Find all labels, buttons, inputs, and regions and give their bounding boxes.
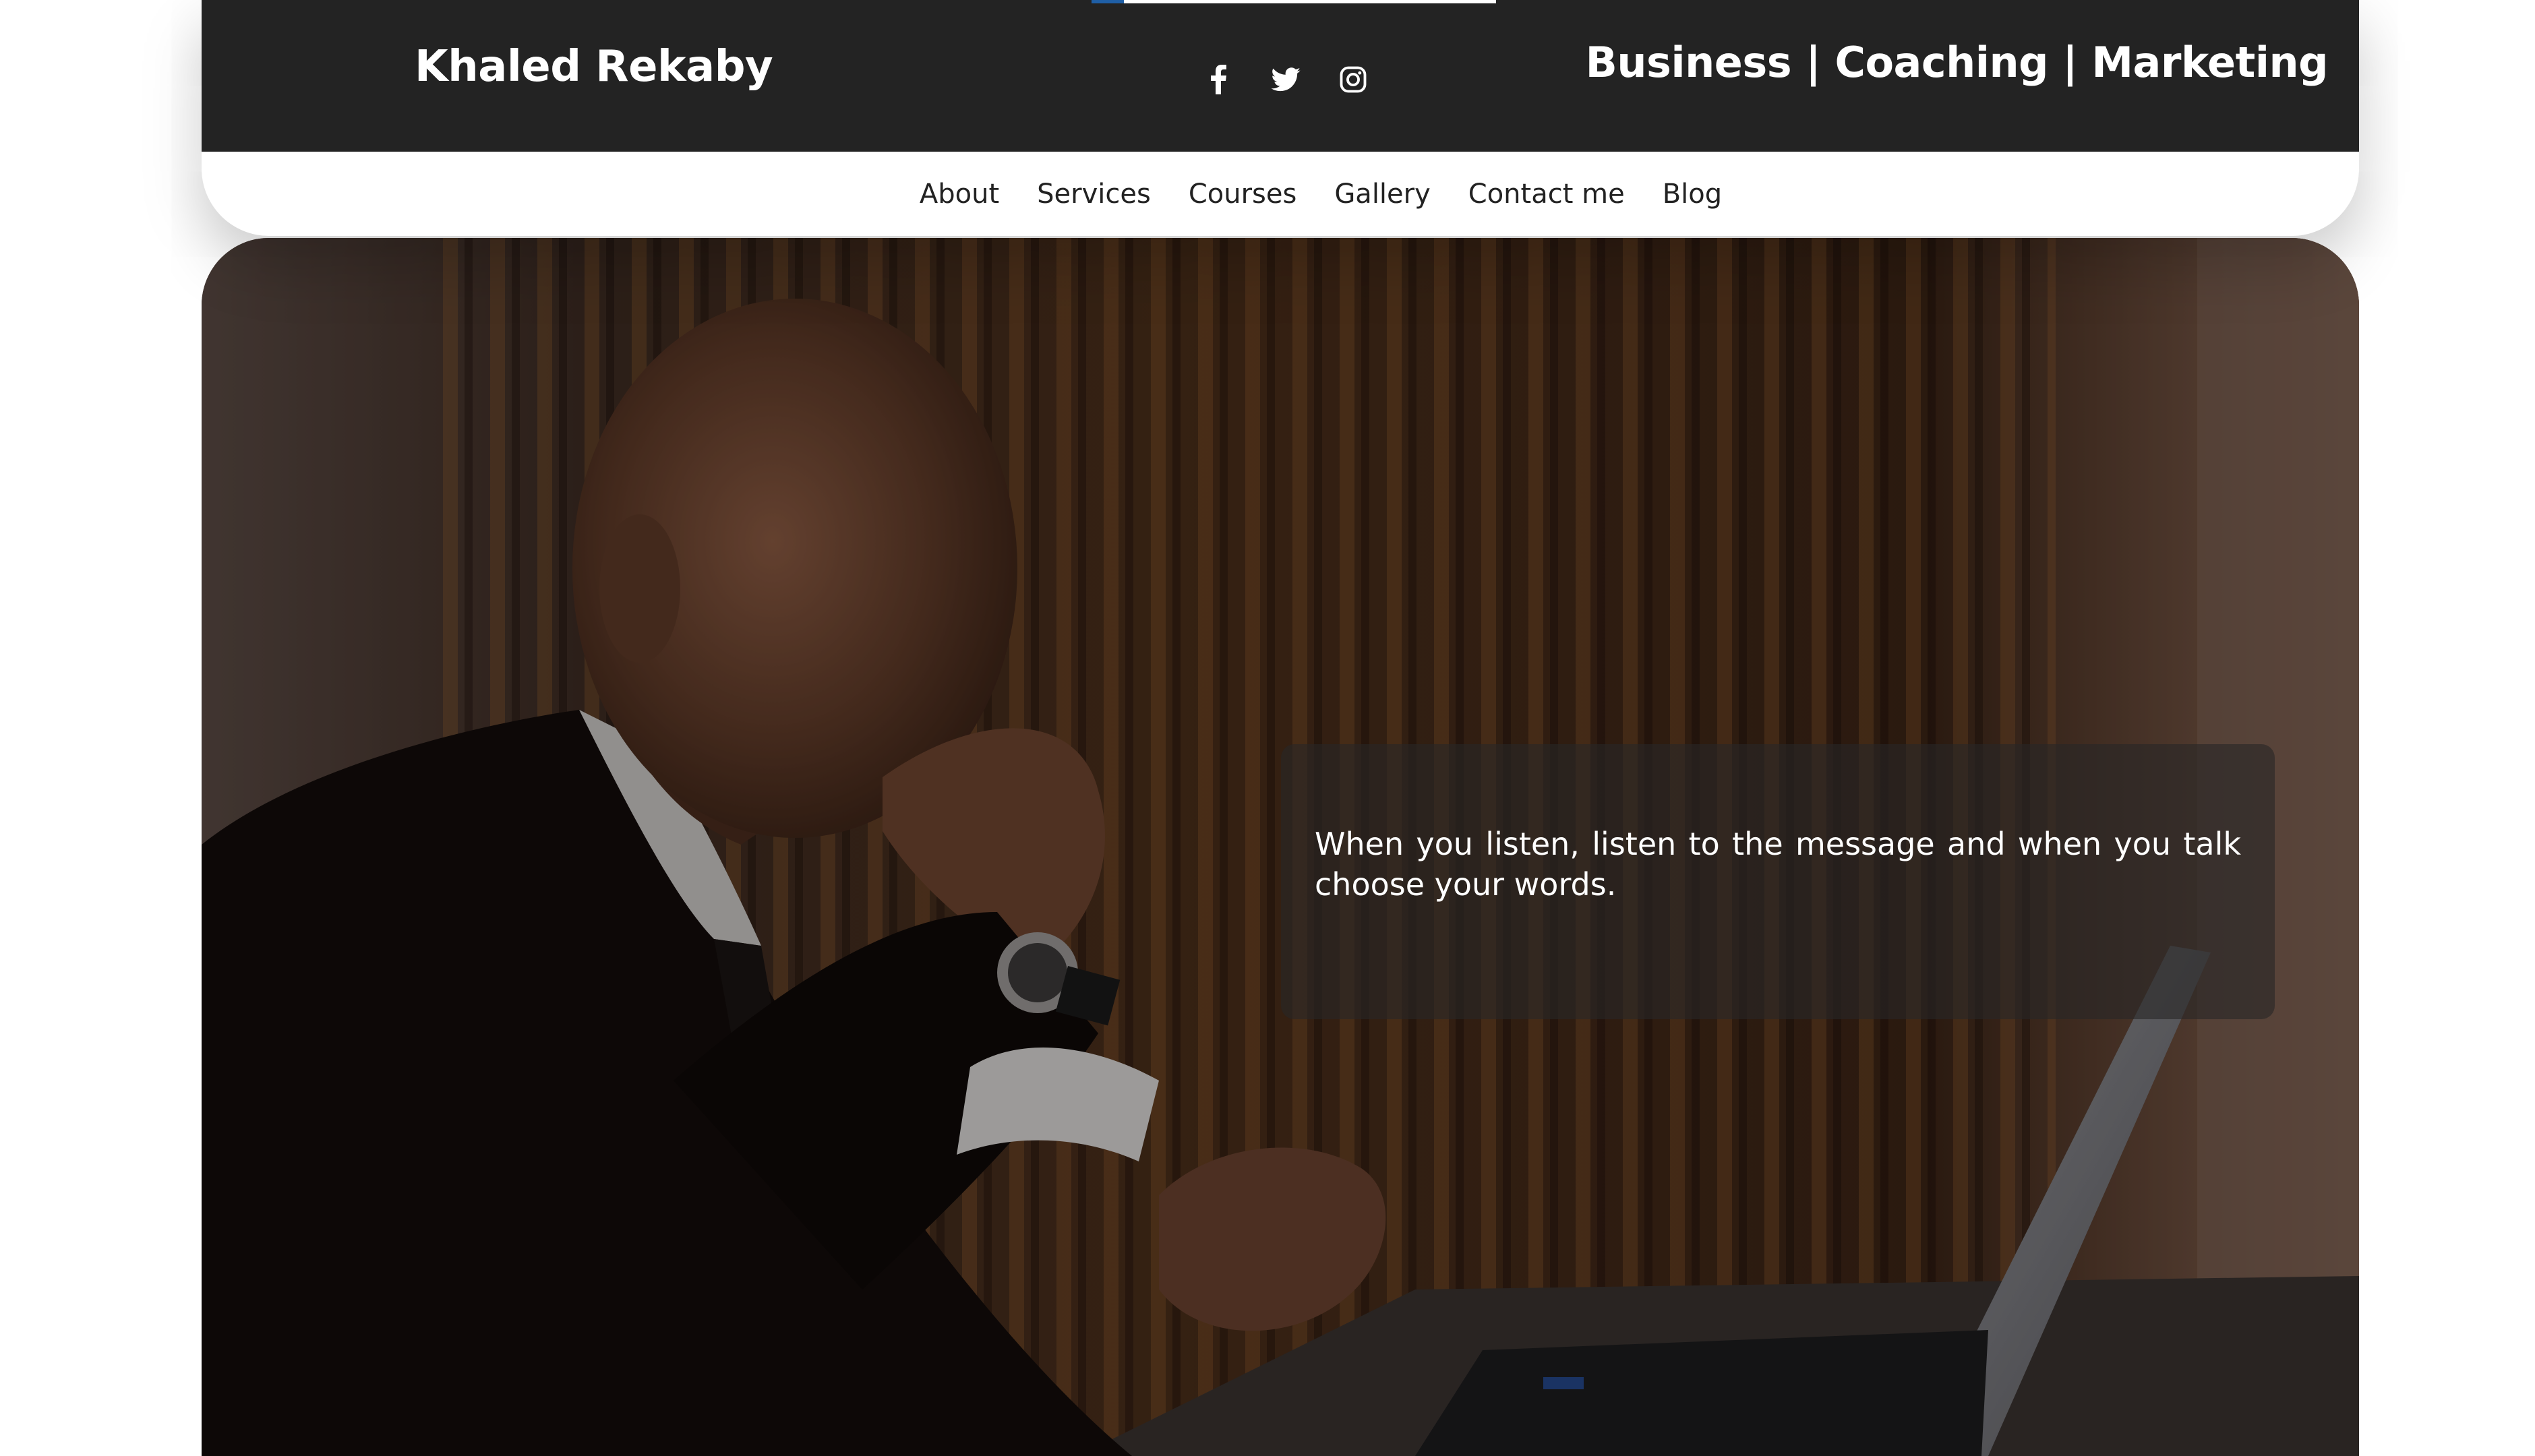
nav-item-gallery[interactable]: Gallery [1334,179,1430,210]
nav-item-blog[interactable]: Blog [1663,179,1722,210]
instagram-icon [1340,66,1367,93]
hero-banner: When you listen, listen to the message a… [202,238,2359,1456]
instagram-link[interactable] [1332,58,1375,101]
nav-item-about[interactable]: About [920,179,999,210]
page-frame: When you listen, listen to the message a… [202,0,2359,1456]
main-nav: About Services Courses Gallery Contact m… [202,152,2359,236]
site-tagline: Business | Coaching | Marketing [1585,38,2329,87]
header-top-bar: Khaled Rekaby Business | Coaching | Mark… [202,0,2359,152]
twitter-link[interactable] [1264,58,1307,101]
nav-item-courses[interactable]: Courses [1189,179,1297,210]
facebook-icon [1211,65,1226,94]
scroll-progress-bar [1092,0,1496,3]
facebook-link[interactable] [1197,58,1240,101]
scroll-progress-fill [1092,0,1124,3]
nav-item-contact-me[interactable]: Contact me [1468,179,1625,210]
quote-overlay: When you listen, listen to the message a… [1281,744,2275,1019]
social-links [1197,58,1375,101]
site-logo-text[interactable]: Khaled Rekaby [415,42,773,92]
hero-quote: When you listen, listen to the message a… [1315,826,2241,903]
site-header: Khaled Rekaby Business | Coaching | Mark… [202,0,2359,236]
nav-item-services[interactable]: Services [1037,179,1151,210]
twitter-icon [1271,67,1301,92]
